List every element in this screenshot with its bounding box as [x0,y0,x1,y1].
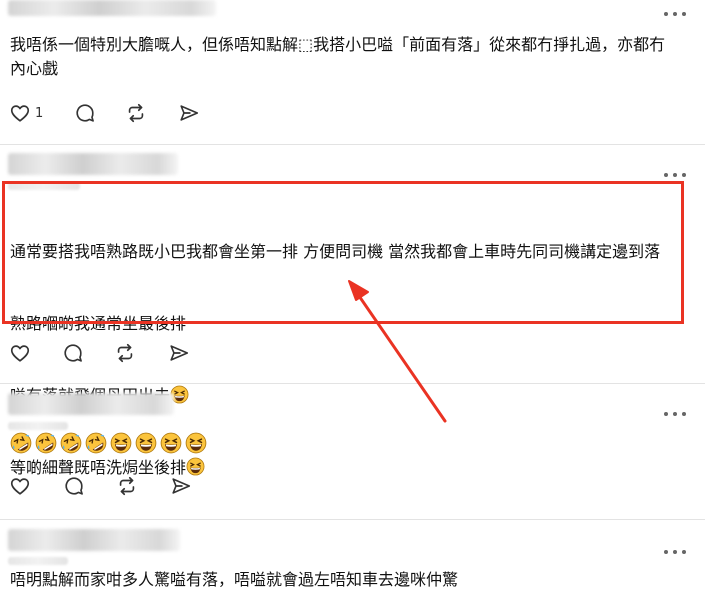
repost-icon [129,103,144,123]
like-icon [10,105,30,122]
like-button[interactable] [9,473,31,499]
author-name-blurred[interactable] [8,153,178,175]
author-meta-blurred [8,422,68,430]
post-line: 通常要搭我唔熟路既小巴我都會坐第一排 方便問司機 當然我都會上車時先同司機講定邊… [10,242,661,261]
comment-button[interactable] [62,340,84,366]
share-button[interactable] [168,340,190,366]
more-icon[interactable] [664,411,686,417]
grinning-squinting-emoji-icon [110,432,132,454]
like-button[interactable] [9,340,31,366]
author-meta-blurred [8,557,68,565]
rolling-on-floor-laughing-emoji-icon [10,432,32,454]
post-4: 唔明點解而家咁多人驚嗌有落，唔嗌就會過左唔知車去邊咪仲驚 [0,520,705,606]
rolling-on-floor-laughing-emoji-icon [60,432,82,454]
share-button[interactable] [170,473,192,499]
more-icon[interactable] [664,11,686,17]
repost-button[interactable] [116,473,138,499]
post-2: 通常要搭我唔熟路既小巴我都會坐第一排 方便問司機 當然我都會上車時先同司機講定邊… [0,145,705,477]
like-count: 1 [35,105,44,121]
like-button[interactable]: 1 [9,100,43,126]
repost-button[interactable] [114,340,136,366]
comment-button[interactable] [74,100,96,126]
action-bar [9,473,192,499]
like-icon [10,345,30,362]
emoji-reply [10,432,207,454]
more-icon[interactable] [664,549,686,555]
author-name-blurred[interactable] [8,529,180,551]
action-bar: 1 [9,100,200,126]
comment-button[interactable] [63,473,85,499]
grinning-squinting-emoji-icon [160,432,182,454]
repost-icon [117,343,133,363]
share-icon [170,345,189,361]
repost-icon [119,476,135,496]
rolling-on-floor-laughing-emoji-icon [85,432,107,454]
grinning-squinting-emoji-icon [135,432,157,454]
share-icon [172,478,191,494]
like-icon [10,478,30,495]
comment-icon [65,477,83,495]
post-1: 我唔係一個特別大膽嘅人，但係唔知點解⬚我搭小巴嗌「前面有落」從來都冇掙扎過，亦都… [0,0,705,140]
author-name-blurred[interactable] [8,0,216,16]
share-icon [180,105,199,121]
more-icon[interactable] [664,172,686,178]
post-text: 我唔係一個特別大膽嘅人，但係唔知點解⬚我搭小巴嗌「前面有落」從來都冇掙扎過，亦都… [10,35,666,78]
post-text: 唔明點解而家咁多人驚嗌有落，唔嗌就會過左唔知車去邊咪仲驚 [10,570,459,589]
share-button[interactable] [178,100,200,126]
grinning-squinting-emoji-icon [185,432,207,454]
repost-button[interactable] [125,100,147,126]
comment-icon [76,104,95,122]
post-line: 熟路嗰啲我通常坐最後排 [10,314,187,333]
author-name-blurred[interactable] [8,393,174,415]
comment-icon [64,344,82,362]
author-meta-blurred [8,182,80,190]
rolling-on-floor-laughing-emoji-icon [35,432,57,454]
action-bar [9,340,190,366]
